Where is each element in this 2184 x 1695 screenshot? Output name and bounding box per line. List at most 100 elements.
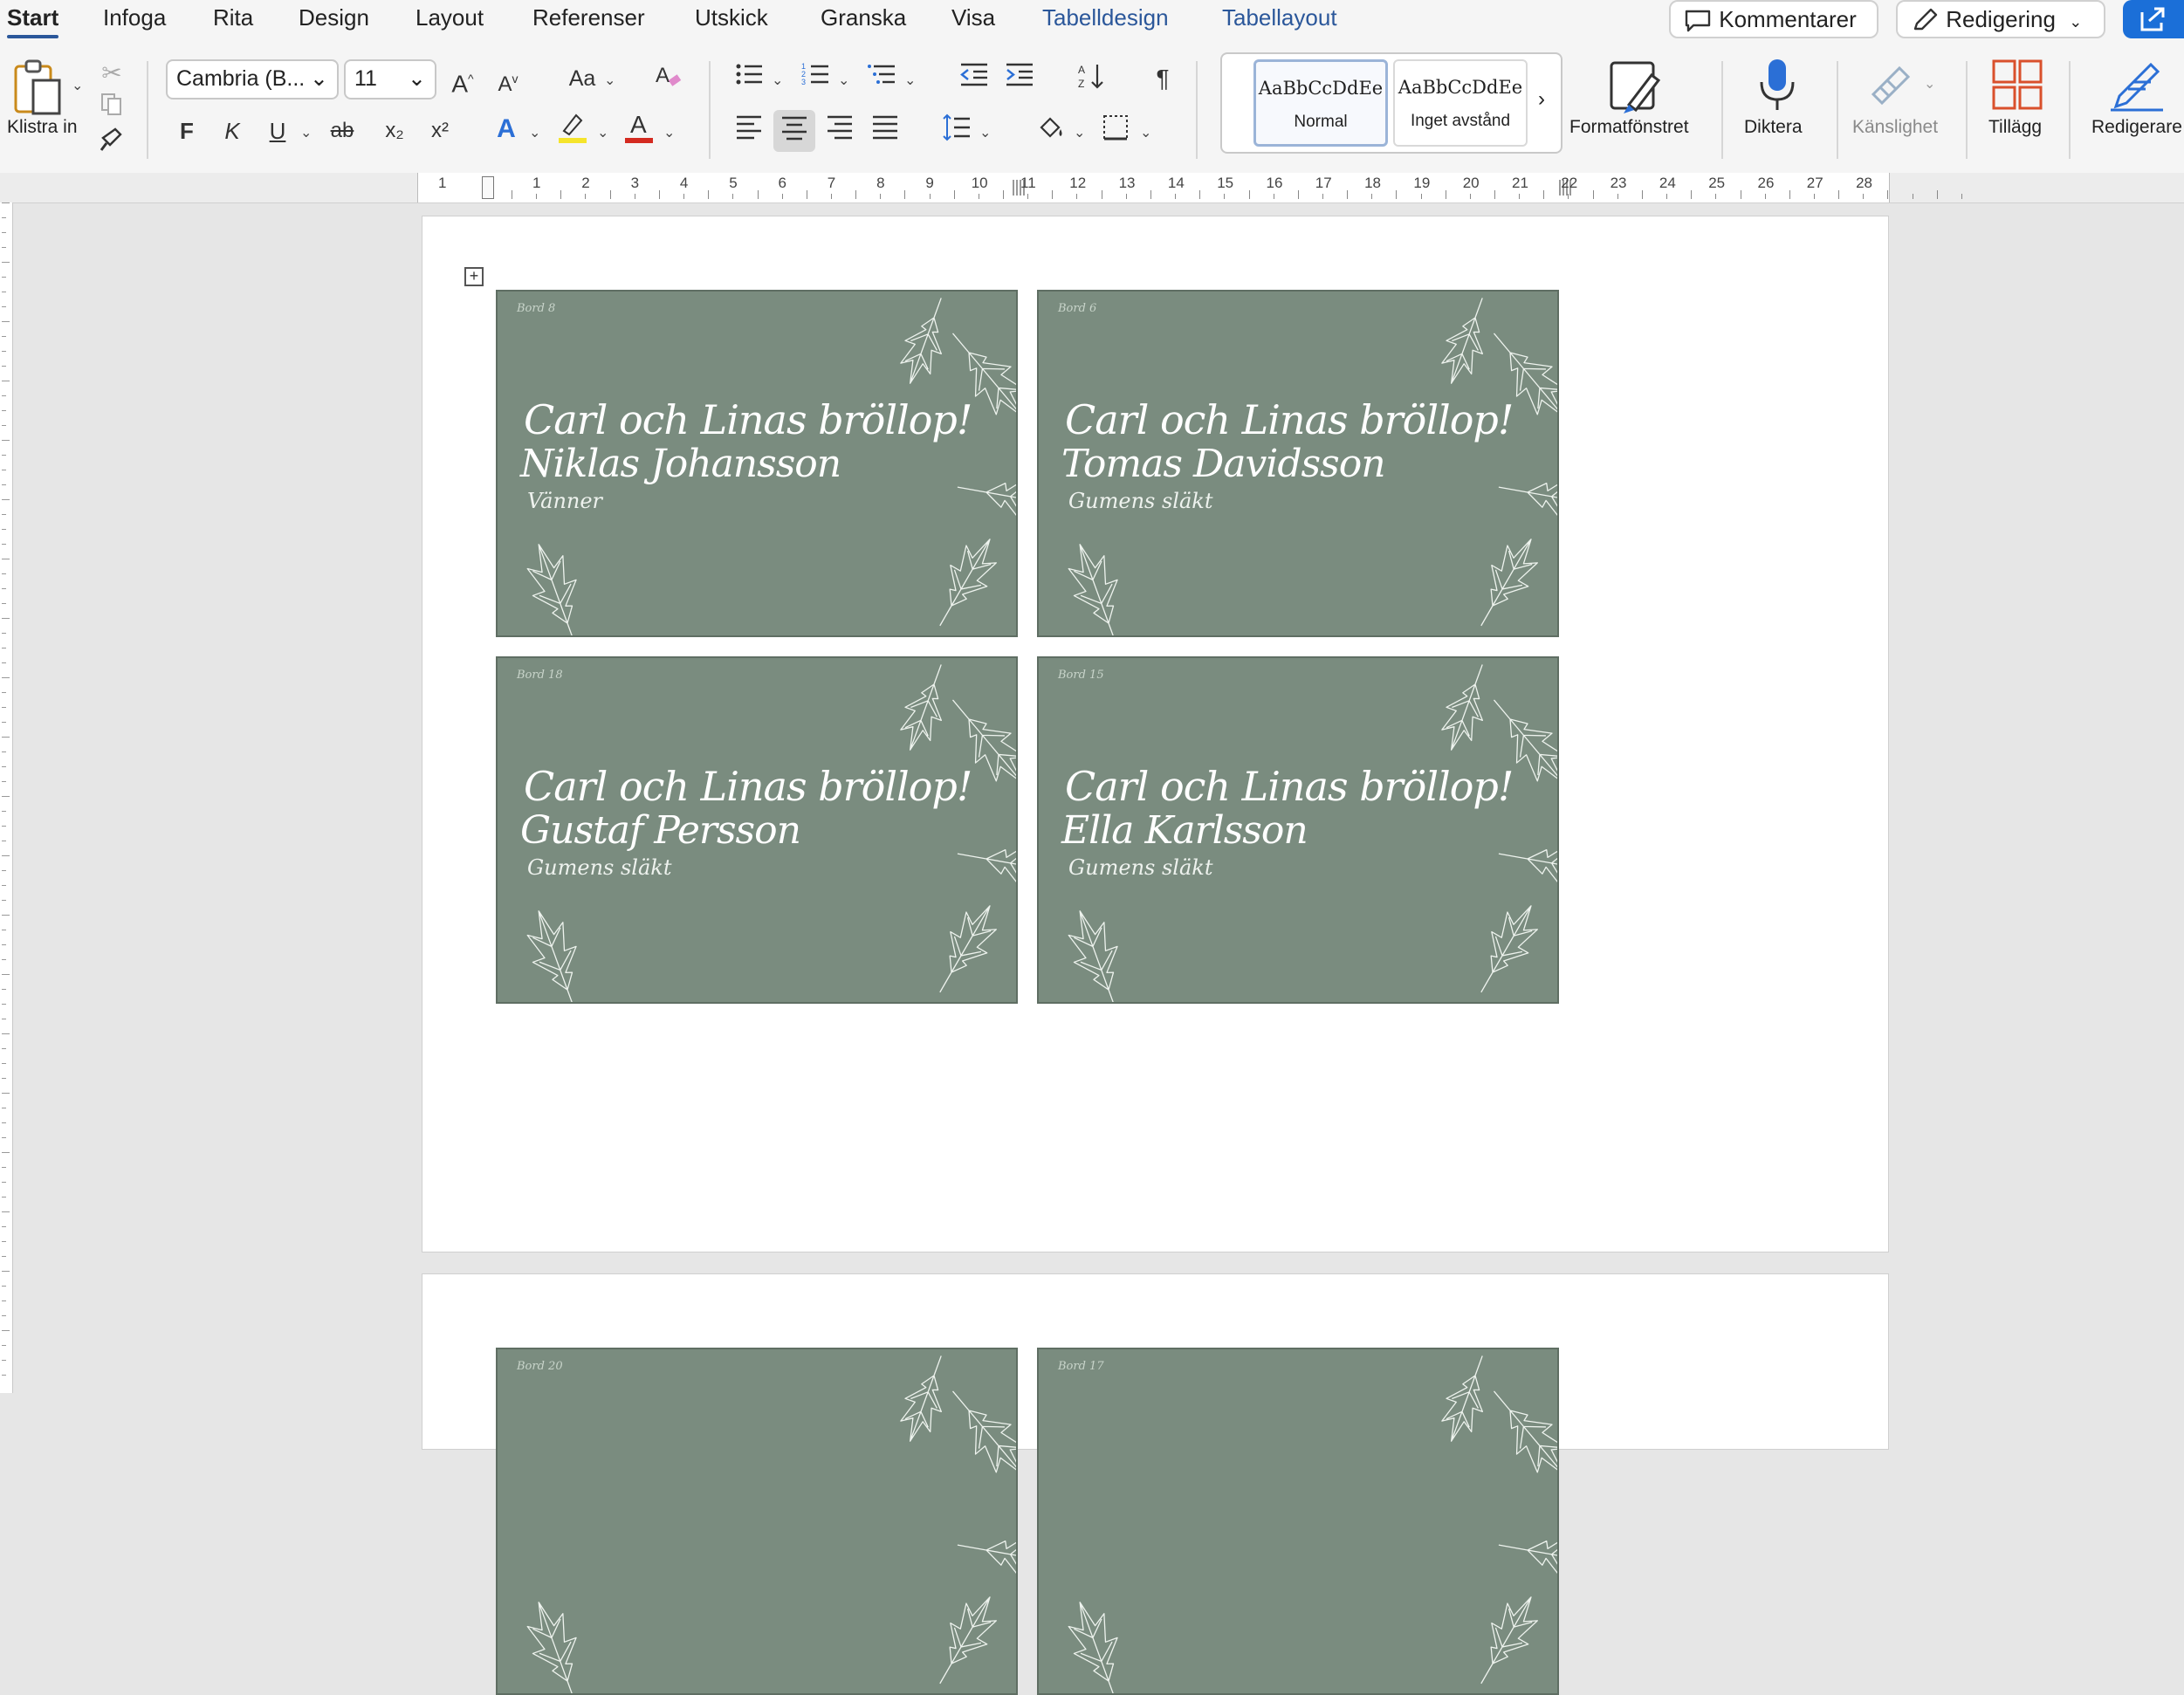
editing-mode-button[interactable]: Redigering ⌄ xyxy=(1896,0,2105,38)
tab-start[interactable]: Start xyxy=(7,0,59,38)
ruler-number: 1 xyxy=(438,175,447,191)
tab-design[interactable]: Design xyxy=(299,0,369,38)
numbering-chevron[interactable]: ⌄ xyxy=(838,72,849,89)
tab-visa[interactable]: Visa xyxy=(951,0,995,38)
paste-icon xyxy=(14,59,61,115)
guest-name: Gustaf Persson xyxy=(520,808,801,853)
line-spacing-chevron[interactable]: ⌄ xyxy=(979,124,991,141)
ruler-tick xyxy=(708,190,710,199)
tab-granska[interactable]: Granska xyxy=(821,0,906,38)
ruler-tick xyxy=(953,190,955,199)
tab-utskick[interactable]: Utskick xyxy=(695,0,768,38)
place-card[interactable]: Bord 17 xyxy=(1037,1348,1559,1695)
font-color-icon[interactable]: A xyxy=(622,110,656,145)
place-card[interactable]: Bord 6 Carl och Linas bröllop! Tomas Dav… xyxy=(1037,290,1559,637)
multilevel-chevron[interactable]: ⌄ xyxy=(904,72,916,89)
show-formatting-marks-icon[interactable]: ¶ xyxy=(1145,61,1180,96)
bullets-chevron[interactable]: ⌄ xyxy=(772,72,783,89)
sort-icon[interactable]: AZ xyxy=(1074,61,1109,96)
strikethrough-button[interactable]: ab xyxy=(325,113,360,148)
chevron-right-icon[interactable]: › xyxy=(1538,87,1545,112)
grow-font-icon[interactable]: A^ xyxy=(445,61,480,97)
cut-icon[interactable]: ✂ xyxy=(94,56,129,91)
bold-button[interactable]: F xyxy=(169,113,204,148)
dictate-button[interactable] xyxy=(1741,56,1819,161)
table-move-handle[interactable]: + xyxy=(464,267,484,286)
horizontal-ruler[interactable]: 1 1 2 3 4 5 6 7 8 9 10 11 12 13 14 15 16 17 18 19 20 21 22 23 2… xyxy=(0,173,2184,203)
style-normal[interactable]: AaBbCcDdEe Normal xyxy=(1253,59,1388,147)
subscript-button[interactable]: x₂ xyxy=(377,113,412,148)
align-center-icon[interactable] xyxy=(773,110,815,152)
superscript-button[interactable]: x² xyxy=(422,113,457,148)
place-card[interactable]: Bord 15 Carl och Linas bröllop! Ella Kar… xyxy=(1037,656,1559,1004)
ruler-tick xyxy=(2,440,10,441)
ruler-tick xyxy=(2,1300,6,1301)
increase-indent-icon[interactable] xyxy=(1002,61,1037,96)
ruler-number: 23 xyxy=(1610,175,1627,191)
line-spacing-icon[interactable] xyxy=(939,113,974,148)
share-button[interactable] xyxy=(2123,0,2184,38)
pencil-icon xyxy=(1913,8,1938,31)
shrink-font-icon[interactable]: Av xyxy=(491,61,525,96)
place-card[interactable]: Bord 20 xyxy=(496,1348,1018,1695)
ruler-tick xyxy=(781,194,783,199)
text-effects-icon[interactable]: A xyxy=(489,112,524,147)
shading-chevron[interactable]: ⌄ xyxy=(1074,124,1085,141)
text-effects-chevron[interactable]: ⌄ xyxy=(529,124,540,141)
editor-button[interactable] xyxy=(2095,56,2182,161)
ruler-number: 14 xyxy=(1167,175,1185,191)
italic-button[interactable]: K xyxy=(215,113,250,148)
align-right-icon[interactable] xyxy=(822,113,857,148)
place-card[interactable]: Bord 8 Carl och Linas bröllop! Niklas Jo… xyxy=(496,290,1018,637)
ruler-tick xyxy=(830,194,832,199)
format-painter-icon[interactable] xyxy=(94,126,129,161)
font-size-dropdown[interactable]: 11 ⌄ xyxy=(344,59,436,100)
font-color-chevron[interactable]: ⌄ xyxy=(663,124,675,141)
multilevel-list-icon[interactable] xyxy=(864,61,899,96)
ruler-tick xyxy=(2,915,10,916)
highlight-chevron[interactable]: ⌄ xyxy=(597,124,608,141)
ruler-number: 10 xyxy=(971,175,988,191)
ruler-tick xyxy=(2,811,6,812)
copy-icon[interactable] xyxy=(94,91,129,126)
chevron-down-icon: ⌄ xyxy=(310,66,328,91)
ruler-tick xyxy=(2,781,6,782)
clear-formatting-icon[interactable]: A xyxy=(651,61,686,96)
ruler-tick xyxy=(2,366,6,367)
tab-referenser[interactable]: Referenser xyxy=(532,0,645,38)
borders-icon[interactable] xyxy=(1098,113,1133,148)
font-name-dropdown[interactable]: Cambria (B... ⌄ xyxy=(166,59,339,100)
chevron-down-icon: ⌄ xyxy=(408,66,426,91)
align-left-icon[interactable] xyxy=(731,113,766,148)
paste-options-chevron[interactable]: ⌄ xyxy=(72,77,83,94)
case-chevron[interactable]: ⌄ xyxy=(604,72,615,89)
styles-pane-button[interactable] xyxy=(1587,56,1683,161)
ruler-tick xyxy=(2,603,6,604)
numbering-icon[interactable]: 123 xyxy=(798,61,833,96)
tab-tabellayout[interactable]: Tabellayout xyxy=(1222,0,1337,38)
ruler-tick xyxy=(658,190,660,199)
comments-button[interactable]: Kommentarer xyxy=(1669,0,1878,38)
decrease-indent-icon[interactable] xyxy=(957,61,992,96)
guest-name: Ella Karlsson xyxy=(1061,808,1308,853)
bullets-icon[interactable] xyxy=(731,61,766,96)
tab-tabelldesign[interactable]: Tabelldesign xyxy=(1042,0,1169,38)
tab-infoga[interactable]: Infoga xyxy=(103,0,166,38)
shading-icon[interactable] xyxy=(1034,113,1068,148)
tab-rita[interactable]: Rita xyxy=(213,0,253,38)
justify-icon[interactable] xyxy=(868,113,903,148)
tab-layout[interactable]: Layout xyxy=(416,0,484,38)
underline-button[interactable]: U xyxy=(260,113,295,148)
sensitivity-button[interactable]: ⌄ xyxy=(1854,56,1950,161)
ruler-tick xyxy=(2,455,6,456)
borders-chevron[interactable]: ⌄ xyxy=(1140,124,1151,141)
underline-chevron[interactable]: ⌄ xyxy=(300,124,312,141)
addins-button[interactable] xyxy=(1983,56,2053,161)
vertical-ruler[interactable] xyxy=(0,202,13,1393)
place-card[interactable]: Bord 18 Carl och Linas bröllop! Gustaf P… xyxy=(496,656,1018,1004)
style-no-spacing[interactable]: AaBbCcDdEe Inget avstånd xyxy=(1393,59,1528,147)
indent-marker[interactable] xyxy=(482,176,494,199)
highlight-color-icon[interactable] xyxy=(555,110,590,145)
change-case-button[interactable]: Aa xyxy=(560,61,604,96)
ruler-tick xyxy=(2,633,6,634)
